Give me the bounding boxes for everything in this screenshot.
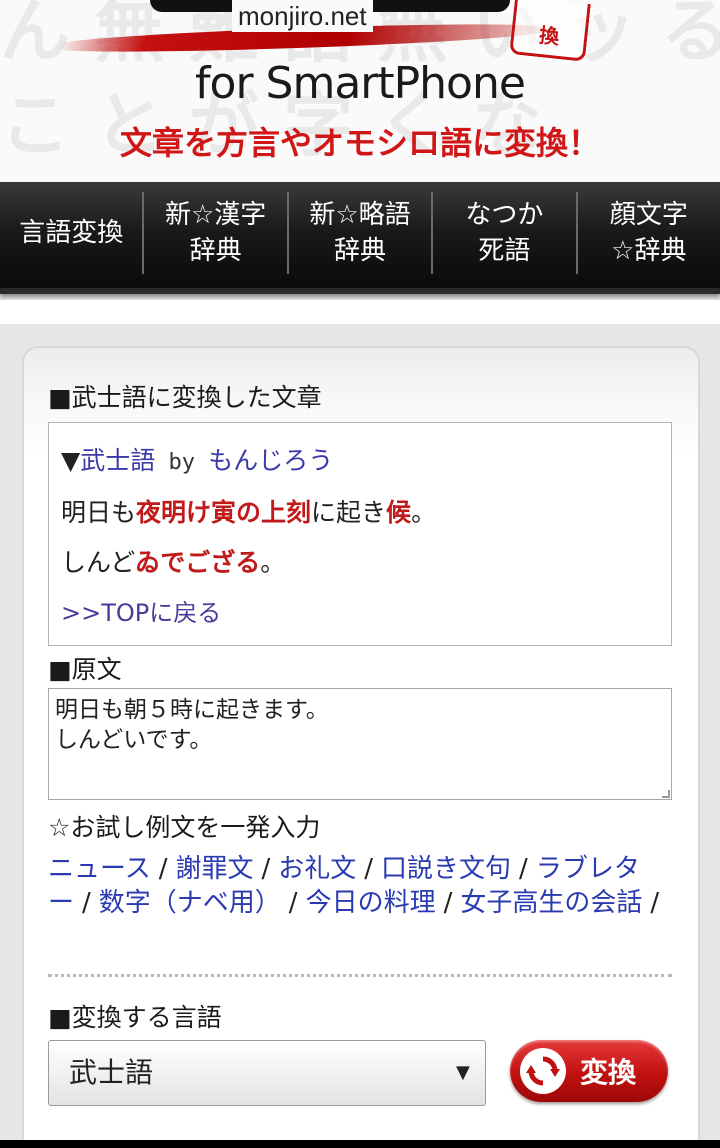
example-links: ニュース / 謝罪文 / お礼文 / 口説き文句 / ラブレター / 数字（ナベ用） / 今日の料理 / 女… xyxy=(48,852,674,920)
resize-handle-icon[interactable] xyxy=(662,790,670,798)
dropdown-arrow-icon[interactable]: ▼ xyxy=(456,1062,470,1083)
result-text: 。 xyxy=(411,498,437,527)
language-select[interactable]: 武士語 xyxy=(48,1040,486,1106)
nav-item-kanji-dictionary[interactable]: 新☆漢字 辞典 xyxy=(142,192,286,274)
nav-item-emoticon-dictionary[interactable]: 顔文字 ☆辞典 xyxy=(575,192,720,274)
example-link-schoolgirl-talk[interactable]: 女子高生の会話 xyxy=(460,888,642,918)
site-subtitle: 文章を方言やオモシロ語に変換！ xyxy=(119,124,600,162)
original-text-input[interactable]: 明日も朝５時に起きます。 しんどいです。 xyxy=(48,688,672,800)
separator: / xyxy=(443,888,453,918)
example-link-numbers[interactable]: 数字（ナベ用） xyxy=(99,888,281,918)
language-link[interactable]: 武士語 xyxy=(80,446,155,475)
author-link[interactable]: もんじろう xyxy=(208,446,333,475)
main-nav: 言語変換 新☆漢字 辞典 新☆略語 辞典 なつか 死語 顔文字 ☆辞典 xyxy=(0,182,720,294)
divider xyxy=(48,974,672,977)
result-line-1: 明日も夜明け寅の上刻に起き候。 xyxy=(61,493,436,529)
result-text: しんど xyxy=(61,548,136,577)
result-text: に起き xyxy=(311,498,387,527)
converted-word: 候 xyxy=(386,498,412,527)
separator: / xyxy=(650,888,660,918)
example-link-pickup-line[interactable]: 口説き文句 xyxy=(381,854,511,884)
example-link-thanks[interactable]: お礼文 xyxy=(278,854,356,884)
convert-button-label: 変換 xyxy=(580,1056,637,1089)
by-text: by xyxy=(155,450,209,475)
separator: / xyxy=(261,854,271,884)
result-header: ▼武士語 by もんじろう xyxy=(61,441,333,477)
bottom-bar xyxy=(0,1140,720,1148)
nav-item-abbreviation-dictionary[interactable]: 新☆略語 辞典 xyxy=(286,192,431,274)
result-text: 。 xyxy=(260,548,286,577)
separator: / xyxy=(158,854,168,884)
site-tagline: for SmartPhone xyxy=(195,58,526,109)
example-link-news[interactable]: ニュース xyxy=(48,854,151,884)
back-to-top-link[interactable]: >>TOPに戻る xyxy=(61,593,221,628)
examples-title: ☆お試し例文を一発入力 xyxy=(48,813,321,842)
example-link-todays-recipe[interactable]: 今日の料理 xyxy=(306,888,436,918)
result-section-title: ■武士語に変換した文章 xyxy=(48,383,322,412)
converted-word: 夜明け寅の上刻 xyxy=(136,498,312,527)
example-link-apology[interactable]: 謝罪文 xyxy=(175,854,253,884)
site-header: ん 無 難 語 無 い ッ る こ と が 字 く な 換 monjiro.ne… xyxy=(0,0,720,182)
converted-word: ゐでござる xyxy=(135,548,261,577)
original-section-title: ■原文 xyxy=(48,655,122,684)
refresh-icon xyxy=(520,1048,566,1094)
separator: / xyxy=(364,854,374,884)
triangle-down-icon: ▼ xyxy=(61,446,81,475)
result-box: ▼武士語 by もんじろう 明日も夜明け寅の上刻に起き候。 しんどゐでござる。 … xyxy=(48,422,672,646)
spacer xyxy=(0,300,720,324)
language-section-title: ■変換する言語 xyxy=(48,1003,222,1032)
result-line-2: しんどゐでござる。 xyxy=(61,543,285,579)
site-domain[interactable]: monjiro.net xyxy=(232,0,373,32)
convert-button[interactable]: 変換 xyxy=(510,1040,668,1102)
separator: / xyxy=(288,888,298,918)
logo-stamp: 換 xyxy=(509,0,591,62)
result-text: 明日も xyxy=(61,498,137,527)
separator: / xyxy=(519,854,528,884)
separator: / xyxy=(82,888,91,918)
nav-item-language-convert[interactable]: 言語変換 xyxy=(0,192,142,274)
nav-item-dead-words[interactable]: なつか 死語 xyxy=(431,192,575,274)
